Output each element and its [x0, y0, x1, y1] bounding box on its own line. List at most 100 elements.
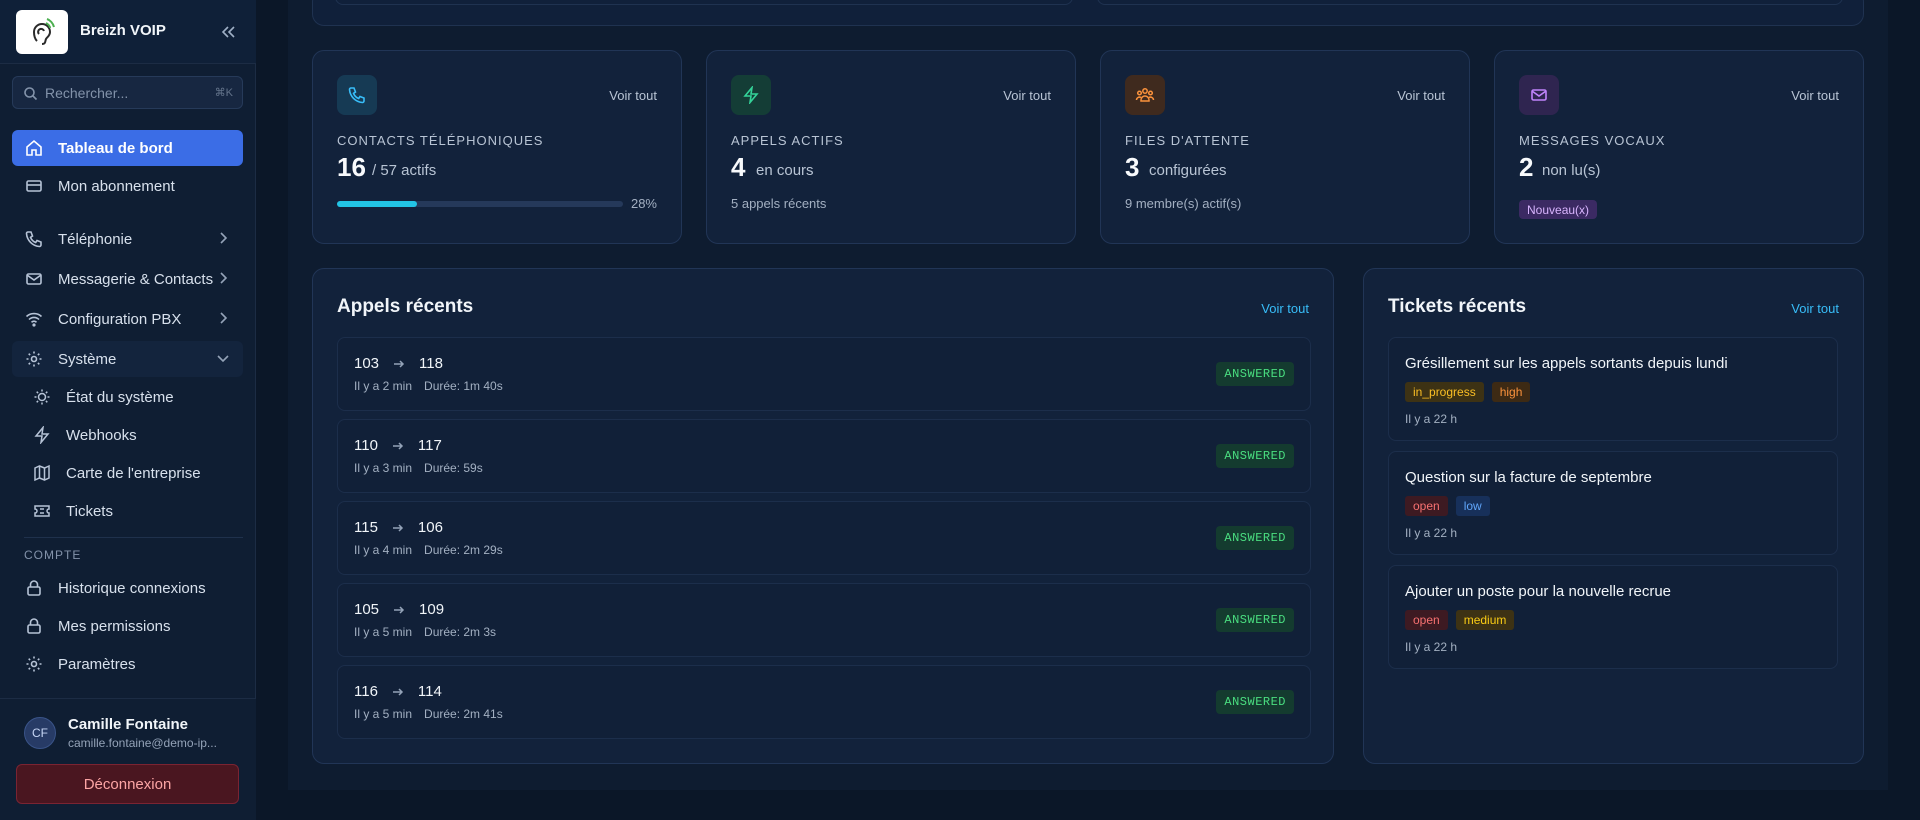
view-all-link[interactable]: Voir tout [1003, 88, 1051, 103]
call-row[interactable]: 105 109 Il y a 5 min Durée: 2m 3s ANSWERED [337, 583, 1311, 657]
phone-icon [24, 229, 44, 249]
ticket-time-ago: Il y a 22 h [1405, 412, 1458, 426]
ticket-status-tag: in_progress [1405, 382, 1484, 402]
call-from: 110 [354, 437, 378, 454]
bulb-icon [32, 387, 52, 407]
search-box[interactable]: ⌘K [12, 76, 243, 109]
collapse-sidebar-button[interactable] [216, 20, 240, 44]
recent-calls-title: Appels récents [337, 296, 474, 317]
ticket-title: Ajouter un poste pour la nouvelle recrue [1405, 583, 1672, 600]
call-duration: Durée: 59s [424, 461, 483, 475]
section-divider [24, 537, 243, 538]
nav-telephony[interactable]: Téléphonie [12, 221, 243, 257]
call-row[interactable]: 103 118 Il y a 2 min Durée: 1m 40s ANSWERED [337, 337, 1311, 411]
bolt-icon [731, 75, 771, 115]
ticket-title: Grésillement sur les appels sortants dep… [1405, 355, 1728, 372]
nav-company-map[interactable]: Carte de l'entreprise [20, 456, 243, 490]
recent-tickets-title: Tickets récents [1388, 296, 1527, 317]
nav-subscription[interactable]: Mon abonnement [12, 168, 243, 204]
chevron-down-icon [215, 350, 231, 370]
phone-icon [337, 75, 377, 115]
gear-icon [24, 349, 44, 369]
nav-system-status[interactable]: État du système [20, 380, 243, 414]
nav-telephony-label: Téléphonie [58, 230, 133, 248]
brand-header: Breizh VOIP [0, 0, 256, 64]
stat-value: 16 [337, 152, 366, 182]
nav-permissions-label: Mes permissions [58, 617, 171, 635]
ticket-row[interactable]: Ajouter un poste pour la nouvelle recrue… [1388, 565, 1838, 669]
call-time-ago: Il y a 5 min [354, 625, 413, 639]
recent-calls-view-all[interactable]: Voir tout [1261, 301, 1309, 316]
nav-login-history-label: Historique connexions [58, 579, 206, 597]
recent-tickets-view-all[interactable]: Voir tout [1791, 301, 1839, 316]
arrow-right-icon [393, 358, 405, 370]
view-all-link[interactable]: Voir tout [1397, 88, 1445, 103]
nav-system-status-label: État du système [66, 388, 174, 406]
nav-system[interactable]: Système [12, 341, 243, 377]
ticket-tags: open medium [1405, 610, 1522, 630]
nav-pbx[interactable]: Configuration PBX [12, 301, 243, 337]
call-from: 116 [354, 683, 378, 700]
call-extensions: 116 114 [354, 683, 442, 700]
nav-dashboard[interactable]: Tableau de bord [12, 130, 243, 166]
progress-fill [337, 201, 418, 207]
stat-value: 2 [1519, 152, 1534, 182]
search-input[interactable] [45, 77, 195, 108]
bolt-icon [32, 425, 52, 445]
ticket-title: Question sur la facture de septembre [1405, 469, 1652, 486]
app-name: Breizh VOIP [80, 22, 166, 39]
avatar[interactable]: CF [24, 717, 56, 749]
nav-pbx-label: Configuration PBX [58, 310, 182, 328]
ticket-status-tag: open [1405, 496, 1448, 516]
view-all-link[interactable]: Voir tout [609, 88, 657, 103]
arrow-right-icon [392, 522, 404, 534]
view-all-link[interactable]: Voir tout [1791, 88, 1839, 103]
recent-calls-panel: Appels récents Voir tout 103 118 Il y a 2 … [312, 268, 1334, 764]
call-row[interactable]: 110 117 Il y a 3 min Durée: 59s ANSWERED [337, 419, 1311, 493]
call-row[interactable]: 116 114 Il y a 5 min Durée: 2m 41s ANSWERED [337, 665, 1311, 739]
user-block: CF Camille Fontaine camille.fontaine@dem… [0, 698, 256, 820]
arrow-right-icon [392, 686, 404, 698]
nav-permissions[interactable]: Mes permissions [12, 608, 243, 644]
logout-button[interactable]: Déconnexion [16, 764, 239, 804]
call-meta: Il y a 2 min Durée: 1m 40s [354, 379, 503, 393]
collapse-chevrons-icon [221, 26, 235, 38]
call-meta: Il y a 3 min Durée: 59s [354, 461, 483, 475]
nav-webhooks[interactable]: Webhooks [20, 418, 243, 452]
new-badge: Nouveau(x) [1519, 200, 1598, 219]
call-to: 106 [417, 519, 443, 536]
mail-icon [24, 269, 44, 289]
stat-card-voicemail: Voir tout MESSAGES VOCAUX 2 non lu(s) No… [1494, 50, 1864, 244]
nav-webhooks-label: Webhooks [66, 426, 137, 444]
previous-card-edge [335, 0, 1073, 5]
arrow-right-icon [393, 604, 405, 616]
nav-login-history[interactable]: Historique connexions [12, 570, 243, 606]
search-shortcut: ⌘K [214, 87, 233, 99]
ticket-tags: open low [1405, 496, 1498, 516]
nav-messaging[interactable]: Messagerie & Contacts [12, 261, 243, 297]
call-from: 103 [354, 355, 380, 372]
ticket-row[interactable]: Grésillement sur les appels sortants dep… [1388, 337, 1838, 441]
app-logo[interactable] [16, 10, 68, 54]
call-to: 118 [419, 355, 443, 372]
users-icon [1125, 75, 1165, 115]
call-row[interactable]: 115 106 Il y a 4 min Durée: 2m 29s ANSWERED [337, 501, 1311, 575]
call-from: 105 [354, 601, 380, 618]
progress-percent: 28% [630, 196, 657, 211]
call-time-ago: Il y a 5 min [354, 707, 413, 721]
sidebar: Breizh VOIP ⌘K Tableau de bord Mon abonn… [0, 0, 256, 820]
call-status-badge: ANSWERED [1216, 608, 1294, 632]
nav-subscription-label: Mon abonnement [58, 177, 175, 195]
nav-system-label: Système [58, 350, 117, 368]
nav-settings[interactable]: Paramètres [12, 646, 243, 682]
ticket-time-ago: Il y a 22 h [1405, 526, 1458, 540]
nav-tickets-label: Tickets [66, 502, 113, 520]
search-icon [24, 87, 38, 101]
gear-icon [24, 654, 44, 674]
previous-section-edge [312, 0, 1864, 26]
call-duration: Durée: 2m 29s [424, 543, 503, 557]
ticket-row[interactable]: Question sur la facture de septembre open… [1388, 451, 1838, 555]
nav-tickets[interactable]: Tickets [20, 494, 243, 528]
nav-company-map-label: Carte de l'entreprise [66, 464, 201, 482]
call-duration: Durée: 2m 3s [424, 625, 497, 639]
